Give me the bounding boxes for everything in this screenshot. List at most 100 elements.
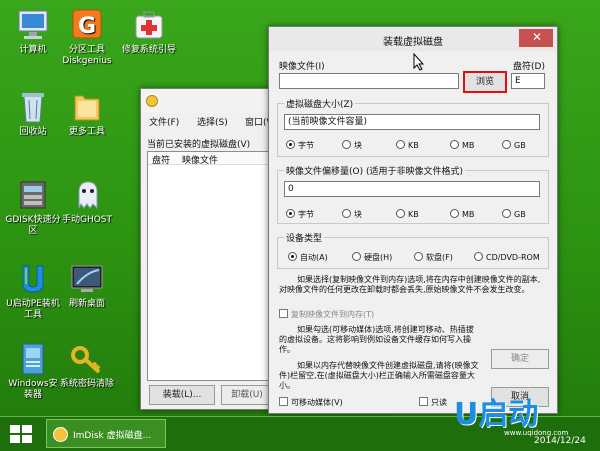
checkbox-box — [279, 309, 288, 318]
readonly-media-checkbox[interactable]: 只读 — [419, 397, 447, 408]
device-type-group: 设备类型 自动(A) 硬盘(H) 软盘(F) CD/DVD-ROM — [277, 231, 549, 269]
size-unit-byte[interactable]: 字节 — [286, 140, 314, 151]
desktop-icon-refresh-desktop[interactable]: 刷新桌面 — [52, 262, 122, 310]
browse-button[interactable]: 浏览 — [463, 71, 507, 93]
desktop-icon-ghost[interactable]: 手动GHOST — [52, 178, 122, 226]
radio-label: 自动(A) — [300, 253, 328, 262]
size-unit-mb[interactable]: MB — [450, 140, 474, 150]
refresh-desktop-icon — [69, 262, 105, 296]
imdisk-task-icon — [53, 427, 68, 442]
radio-label: KB — [408, 141, 419, 150]
mount-button[interactable]: 装载(L)... — [149, 385, 215, 405]
size-group: 虚拟磁盘大小(Z) (当前映像文件容量) 字节 块 KB MB GB — [277, 97, 549, 157]
disk-list-header: 盘符 映像文件 — [148, 152, 272, 166]
radio-dot — [474, 252, 483, 261]
desktop-icon-more-tools[interactable]: 更多工具 — [52, 90, 122, 138]
svg-text:G: G — [78, 14, 96, 39]
radio-dot — [396, 140, 405, 149]
radio-label: 字节 — [298, 141, 314, 150]
u-install-icon — [15, 262, 51, 296]
column-drive-letter[interactable]: 盘符 — [152, 153, 170, 166]
diskgenius-icon: G — [69, 8, 105, 42]
taskbar: ImDisk 虚拟磁盘... U启动 www.uqidong.com 2014/… — [0, 397, 600, 451]
device-cdrom[interactable]: CD/DVD-ROM — [474, 252, 540, 262]
computer-icon — [15, 8, 51, 42]
size-unit-block[interactable]: 块 — [342, 140, 362, 151]
icon-label: 手动GHOST — [61, 215, 113, 225]
start-button[interactable] — [8, 423, 34, 445]
column-image-file[interactable]: 映像文件 — [182, 153, 218, 166]
checkbox-box — [279, 397, 288, 406]
installed-disks-label: 当前已安装的虚拟磁盘(V) — [147, 140, 251, 150]
radio-dot — [414, 252, 423, 261]
device-type-label: 设备类型 — [284, 231, 325, 244]
image-file-input[interactable] — [279, 73, 459, 89]
radio-dot — [286, 209, 295, 218]
radio-label: 块 — [354, 141, 362, 150]
radio-label: MB — [462, 141, 475, 150]
radio-label: GB — [514, 141, 526, 150]
size-unit-gb[interactable]: GB — [502, 140, 526, 150]
folder-icon — [69, 90, 105, 124]
size-group-label: 虚拟磁盘大小(Z) — [284, 97, 356, 110]
offset-input[interactable]: 0 — [284, 181, 540, 197]
ok-button[interactable]: 确定 — [491, 349, 549, 369]
menu-select[interactable]: 选择(S) — [197, 115, 228, 128]
radio-label: 硬盘(H) — [364, 253, 393, 262]
offset-unit-kb[interactable]: KB — [396, 209, 419, 219]
radio-label: CD/DVD-ROM — [486, 253, 540, 262]
mount-dialog-titlebar[interactable]: 装载虚拟磁盘 ✕ — [269, 27, 557, 51]
imdisk-app-icon — [146, 95, 158, 107]
radio-dot — [502, 209, 511, 218]
size-input[interactable]: (当前映像文件容量) — [284, 114, 540, 130]
radio-dot — [342, 209, 351, 218]
device-hard-disk[interactable]: 硬盘(H) — [352, 252, 392, 263]
taskbar-item-imdisk[interactable]: ImDisk 虚拟磁盘... — [46, 419, 166, 448]
copy-memory-note: 如果选择(复制映像文件到内存)选项,将在内存中创建映像文件的副本,对映像文件的任… — [279, 275, 541, 294]
drive-letter-input[interactable]: E — [511, 73, 545, 89]
icon-label: 系统密码清除 — [59, 379, 114, 389]
mouse-cursor-icon — [413, 53, 425, 71]
icon-label: 分区工具 Diskgenius — [62, 45, 112, 66]
recycle-bin-icon — [15, 90, 51, 124]
radio-label: KB — [408, 210, 419, 219]
radio-dot — [502, 140, 511, 149]
desktop-icon-password-clear[interactable]: 系统密码清除 — [52, 342, 122, 390]
close-icon: ✕ — [531, 30, 542, 44]
radio-label: 块 — [354, 210, 362, 219]
offset-unit-mb[interactable]: MB — [450, 209, 474, 219]
desktop-icon-diskgenius[interactable]: G 分区工具 Diskgenius — [52, 8, 122, 67]
windows-installer-icon — [15, 342, 51, 376]
radio-dot — [450, 209, 459, 218]
dialog-title: 装载虚拟磁盘 — [383, 37, 443, 48]
removable-note: 如果勾选(可移动媒体)选项,将创建可移动、热插拔的虚拟设备。这将影响到例如设备文… — [279, 325, 474, 354]
brand-text: U启动 — [454, 397, 539, 432]
offset-unit-byte[interactable]: 字节 — [286, 209, 314, 220]
desktop-icon-repair-boot[interactable]: 修复系统引导 — [114, 8, 184, 56]
removable-media-checkbox[interactable]: 可移动媒体(V) — [279, 397, 343, 408]
offset-group: 映像文件偏移量(O) (适用于非映像文件格式) 0 字节 块 KB MB GB — [277, 164, 549, 224]
disk-list[interactable]: 盘符 映像文件 — [147, 151, 273, 381]
device-floppy[interactable]: 软盘(F) — [414, 252, 453, 263]
icon-label: 修复系统引导 — [121, 45, 176, 55]
device-auto[interactable]: 自动(A) — [288, 252, 328, 263]
offset-unit-gb[interactable]: GB — [502, 209, 526, 219]
unmount-button[interactable]: 卸载(U) — [221, 385, 273, 405]
size-unit-kb[interactable]: KB — [396, 140, 419, 150]
offset-unit-block[interactable]: 块 — [342, 209, 362, 220]
mount-dialog[interactable]: 装载虚拟磁盘 ✕ 映像文件(I) 盘符(D) 浏览 E 虚拟磁盘大小(Z) (当… — [268, 26, 558, 414]
radio-label: 软盘(F) — [426, 253, 453, 262]
desktop: 计算机 回收站 GDISK快速分 区 U启动PE装机 工具 Windows安 装… — [0, 0, 600, 416]
radio-dot — [286, 140, 295, 149]
radio-label: GB — [514, 210, 526, 219]
gdisk-icon — [15, 178, 51, 212]
offset-group-label: 映像文件偏移量(O) (适用于非映像文件格式) — [284, 164, 465, 177]
menu-file[interactable]: 文件(F) — [149, 115, 179, 128]
radio-dot — [288, 252, 297, 261]
checkbox-box — [419, 397, 428, 406]
image-file-label: 映像文件(I) — [279, 62, 325, 72]
copy-to-memory-checkbox[interactable]: 复制映像文件到内存(T) — [279, 309, 374, 320]
radio-dot — [450, 140, 459, 149]
windows-logo-icon — [10, 425, 32, 443]
key-icon — [69, 342, 105, 376]
